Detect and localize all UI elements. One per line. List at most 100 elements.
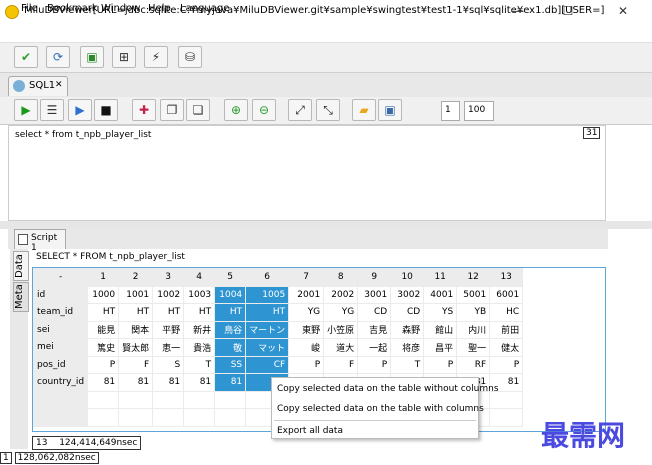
- export-all-item[interactable]: Export all data: [277, 426, 343, 436]
- table-cell[interactable]: 4001: [423, 285, 458, 304]
- table-cell[interactable]: 小笠原: [323, 320, 359, 339]
- table-cell[interactable]: YG: [323, 303, 359, 322]
- zoom-in-button[interactable]: ⊕: [224, 99, 248, 121]
- menu-bookmark[interactable]: Bookmark: [47, 3, 98, 14]
- table-cell[interactable]: 貴浩: [183, 338, 216, 357]
- column-header[interactable]: 8: [323, 268, 359, 287]
- table-row[interactable]: pos_id P F S T SS CF P F P T P RF P: [33, 355, 524, 374]
- table-row[interactable]: team_id HT HT HT HT HT HT YG YG CD CD YS YB HC: [33, 303, 524, 322]
- column-header[interactable]: -: [33, 268, 89, 287]
- connect-button[interactable]: ⚡: [144, 46, 168, 68]
- menu-help[interactable]: Help: [148, 3, 171, 14]
- table-cell[interactable]: 81: [152, 373, 185, 392]
- page-number-field[interactable]: 1: [441, 101, 460, 121]
- expand-button[interactable]: ⤢: [288, 99, 312, 121]
- menu-language[interactable]: Language: [180, 3, 229, 14]
- table-cell[interactable]: 将彦: [390, 338, 425, 357]
- close-button[interactable]: ✕: [603, 0, 643, 24]
- table-cell[interactable]: 道大: [323, 338, 359, 357]
- table-cell[interactable]: 森野: [390, 320, 425, 339]
- rows-per-page-field[interactable]: 100: [464, 101, 494, 121]
- copy-all-button[interactable]: ❏: [186, 99, 210, 121]
- table-cell[interactable]: 81: [87, 373, 120, 392]
- table-cell[interactable]: 1004: [214, 285, 247, 304]
- table-cell[interactable]: 5001: [456, 285, 491, 304]
- table-cell[interactable]: F: [118, 355, 154, 374]
- table-cell[interactable]: 2001: [288, 285, 325, 304]
- close-tab-icon[interactable]: ✕: [55, 80, 63, 90]
- table-cell[interactable]: 81: [214, 373, 247, 392]
- table-cell[interactable]: 能見: [87, 320, 120, 339]
- table-cell[interactable]: 峻: [288, 338, 325, 357]
- table-cell[interactable]: YB: [456, 303, 491, 322]
- explain-button[interactable]: ☰: [40, 99, 64, 121]
- new-window-button[interactable]: ▣: [80, 46, 104, 68]
- table-cell[interactable]: [87, 390, 120, 409]
- splitter-handle[interactable]: [0, 221, 652, 229]
- table-cell[interactable]: 健太: [489, 338, 524, 357]
- table-cell[interactable]: [152, 390, 185, 409]
- column-header[interactable]: 10: [390, 268, 425, 287]
- table-cell[interactable]: F: [323, 355, 359, 374]
- table-cell[interactable]: 賢太郎: [118, 338, 154, 357]
- menu-file[interactable]: File: [21, 3, 38, 14]
- table-cell[interactable]: [152, 408, 185, 427]
- table-cell[interactable]: YS: [423, 303, 458, 322]
- table-cell[interactable]: 敬: [214, 338, 247, 357]
- maximize-button[interactable]: ☐: [548, 0, 588, 24]
- table-cell[interactable]: CD: [390, 303, 425, 322]
- row-header[interactable]: country_id: [33, 373, 89, 392]
- table-cell[interactable]: 1001: [118, 285, 154, 304]
- table-cell[interactable]: YG: [288, 303, 325, 322]
- column-header[interactable]: 13: [489, 268, 524, 287]
- column-header[interactable]: 4: [183, 268, 216, 287]
- table-cell[interactable]: P: [288, 355, 325, 374]
- check-button[interactable]: ✔: [14, 46, 38, 68]
- table-cell[interactable]: HT: [183, 303, 216, 322]
- tab-sql1[interactable]: SQL1 ✕: [8, 76, 68, 96]
- row-header[interactable]: [33, 408, 89, 427]
- table-cell[interactable]: [118, 390, 154, 409]
- tab-script1[interactable]: Script 1: [14, 229, 66, 253]
- table-cell[interactable]: 鳥谷: [214, 320, 247, 339]
- row-header[interactable]: [33, 390, 89, 409]
- table-cell[interactable]: 吉見: [357, 320, 392, 339]
- table-cell[interactable]: 館山: [423, 320, 458, 339]
- database-button[interactable]: ⛁: [178, 46, 202, 68]
- rotate-table-button[interactable]: ✚: [132, 99, 156, 121]
- table-cell[interactable]: 1000: [87, 285, 120, 304]
- table-cell[interactable]: 一起: [357, 338, 392, 357]
- menu-window[interactable]: Window: [101, 3, 140, 14]
- table-cell[interactable]: HC: [489, 303, 524, 322]
- row-header[interactable]: team_id: [33, 303, 89, 322]
- window-button[interactable]: ⊞: [112, 46, 136, 68]
- table-cell[interactable]: HT: [118, 303, 154, 322]
- table-cell[interactable]: 昌平: [423, 338, 458, 357]
- table-cell[interactable]: CD: [357, 303, 392, 322]
- open-folder-button[interactable]: ▰: [352, 99, 376, 121]
- table-cell[interactable]: マートン: [245, 320, 290, 339]
- table-cell[interactable]: 6001: [489, 285, 524, 304]
- table-cell[interactable]: 前田: [489, 320, 524, 339]
- copy-with-columns-item[interactable]: Copy selected data on the table with col…: [277, 404, 484, 414]
- table-cell[interactable]: [118, 408, 154, 427]
- table-cell[interactable]: P: [423, 355, 458, 374]
- column-header[interactable]: 2: [118, 268, 154, 287]
- table-cell[interactable]: 1005: [245, 285, 290, 304]
- zoom-out-button[interactable]: ⊖: [252, 99, 276, 121]
- table-cell[interactable]: 1002: [152, 285, 185, 304]
- table-cell[interactable]: 新井: [183, 320, 216, 339]
- tab-meta[interactable]: Meta: [13, 282, 29, 312]
- play-circle-button[interactable]: ▶: [68, 99, 92, 121]
- table-cell[interactable]: P: [489, 355, 524, 374]
- row-header[interactable]: pos_id: [33, 355, 89, 374]
- table-row[interactable]: sei 能見 関本 平野 新井 鳥谷 マートン 東野 小笠原 吉見 森野 館山 内川 前田: [33, 320, 524, 339]
- column-header[interactable]: 6: [245, 268, 290, 287]
- collapse-button[interactable]: ⤡: [316, 99, 340, 121]
- table-cell[interactable]: CF: [245, 355, 290, 374]
- table-cell[interactable]: P: [87, 355, 120, 374]
- column-header[interactable]: 9: [357, 268, 392, 287]
- column-header[interactable]: 12: [456, 268, 491, 287]
- table-cell[interactable]: 2002: [323, 285, 359, 304]
- refresh-button[interactable]: ⟳: [46, 46, 70, 68]
